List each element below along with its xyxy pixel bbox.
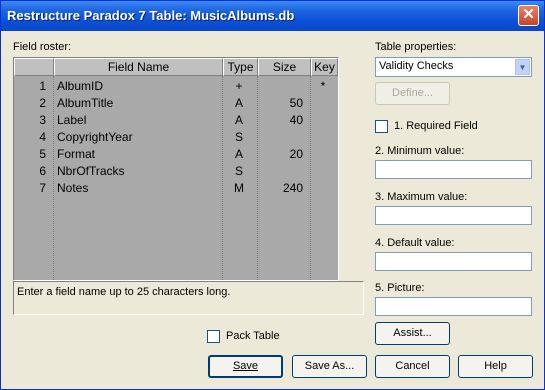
help-button[interactable]: Help: [458, 355, 533, 378]
cell-num: 6: [39, 164, 46, 178]
close-icon: ✕: [522, 6, 535, 23]
cell-key[interactable]: [311, 146, 335, 162]
table-properties-value: Validity Checks: [379, 60, 454, 72]
cell-type[interactable]: A: [223, 95, 255, 111]
status-panel: Enter a field name up to 25 characters l…: [13, 281, 364, 315]
picture-input[interactable]: [375, 297, 532, 316]
table-properties-select[interactable]: Validity Checks ▼: [375, 57, 532, 77]
save-label: Save: [232, 360, 259, 372]
cell-name[interactable]: Notes: [57, 180, 223, 196]
table-row[interactable]: 2 AlbumTitle A 50: [14, 95, 338, 111]
cell-key[interactable]: [311, 180, 335, 196]
field-roster-label: Field roster:: [13, 41, 72, 53]
table-row[interactable]: 4 CopyrightYear S: [14, 129, 338, 145]
cell-key[interactable]: [311, 163, 335, 179]
cell-size[interactable]: 20: [258, 146, 303, 162]
cell-size[interactable]: [258, 78, 303, 94]
field-roster-grid[interactable]: Field Name Type Size Key 1 AlbumID + * 2 AlbumTit…: [13, 57, 339, 281]
cell-size[interactable]: [258, 163, 303, 179]
chevron-down-icon[interactable]: ▼: [515, 59, 530, 75]
required-field-label: 1. Required Field: [394, 120, 478, 132]
table-row[interactable]: 7 Notes M 240: [14, 180, 338, 196]
cell-type[interactable]: +: [223, 78, 255, 94]
cancel-label: Cancel: [395, 360, 430, 372]
cell-type[interactable]: A: [223, 112, 255, 128]
define-button[interactable]: Define...: [375, 82, 450, 105]
restructure-dialog: Restructure Paradox 7 Table: MusicAlbums…: [0, 0, 545, 390]
cell-name[interactable]: Label: [57, 112, 223, 128]
pack-table-checkbox[interactable]: [207, 330, 220, 343]
cell-name[interactable]: NbrOfTracks: [57, 163, 223, 179]
maximum-value-input[interactable]: [375, 206, 532, 225]
cell-num: 4: [39, 130, 46, 144]
cell-num: 7: [39, 181, 46, 195]
cell-size[interactable]: 40: [258, 112, 303, 128]
close-button[interactable]: ✕: [518, 5, 539, 26]
corner-header: [14, 58, 54, 76]
cell-name[interactable]: AlbumID: [57, 78, 223, 94]
size-header: Size: [258, 58, 311, 76]
type-header: Type: [223, 58, 258, 76]
cell-type[interactable]: M: [223, 180, 255, 196]
cell-name[interactable]: CopyrightYear: [57, 129, 223, 145]
cell-name[interactable]: AlbumTitle: [57, 95, 223, 111]
field-name-header: Field Name: [54, 58, 223, 76]
cell-num: 3: [39, 113, 46, 127]
required-field-checkbox[interactable]: [375, 120, 388, 133]
default-value-label: 4. Default value:: [375, 237, 455, 249]
maximum-value-label: 3. Maximum value:: [375, 191, 468, 203]
pack-table-label: Pack Table: [226, 330, 280, 342]
cell-key[interactable]: *: [311, 78, 335, 94]
key-header: Key: [311, 58, 338, 76]
window-title: Restructure Paradox 7 Table: MusicAlbums…: [7, 8, 295, 23]
table-row[interactable]: 1 AlbumID + *: [14, 78, 338, 94]
default-value-input[interactable]: [375, 252, 532, 271]
cell-size[interactable]: [258, 129, 303, 145]
assist-button[interactable]: Assist...: [375, 322, 450, 345]
title-bar[interactable]: Restructure Paradox 7 Table: MusicAlbums…: [1, 1, 544, 31]
save-as-button[interactable]: Save As...: [292, 355, 367, 378]
cell-type[interactable]: S: [223, 163, 255, 179]
help-label: Help: [484, 360, 507, 372]
cancel-button[interactable]: Cancel: [375, 355, 450, 378]
table-row[interactable]: 5 Format A 20: [14, 146, 338, 162]
cell-key[interactable]: [311, 95, 335, 111]
picture-label: 5. Picture:: [375, 282, 425, 294]
table-row[interactable]: 3 Label A 40: [14, 112, 338, 128]
cell-num: 2: [39, 96, 46, 110]
save-as-label: Save As...: [304, 360, 355, 372]
cell-key[interactable]: [311, 112, 335, 128]
minimum-value-label: 2. Minimum value:: [375, 145, 465, 157]
cell-type[interactable]: A: [223, 146, 255, 162]
cell-size[interactable]: 240: [258, 180, 303, 196]
cell-size[interactable]: 50: [258, 95, 303, 111]
table-properties-label: Table properties:: [375, 41, 457, 53]
status-text: Enter a field name up to 25 characters l…: [17, 286, 231, 298]
cell-num: 1: [39, 79, 46, 93]
cell-type[interactable]: S: [223, 129, 255, 145]
cell-key[interactable]: [311, 129, 335, 145]
table-row[interactable]: 6 NbrOfTracks S: [14, 163, 338, 179]
minimum-value-input[interactable]: [375, 160, 532, 179]
assist-label: Assist...: [393, 327, 432, 339]
define-label: Define...: [392, 87, 433, 99]
save-button[interactable]: Save: [208, 355, 283, 378]
cell-name[interactable]: Format: [57, 146, 223, 162]
cell-num: 5: [39, 147, 46, 161]
